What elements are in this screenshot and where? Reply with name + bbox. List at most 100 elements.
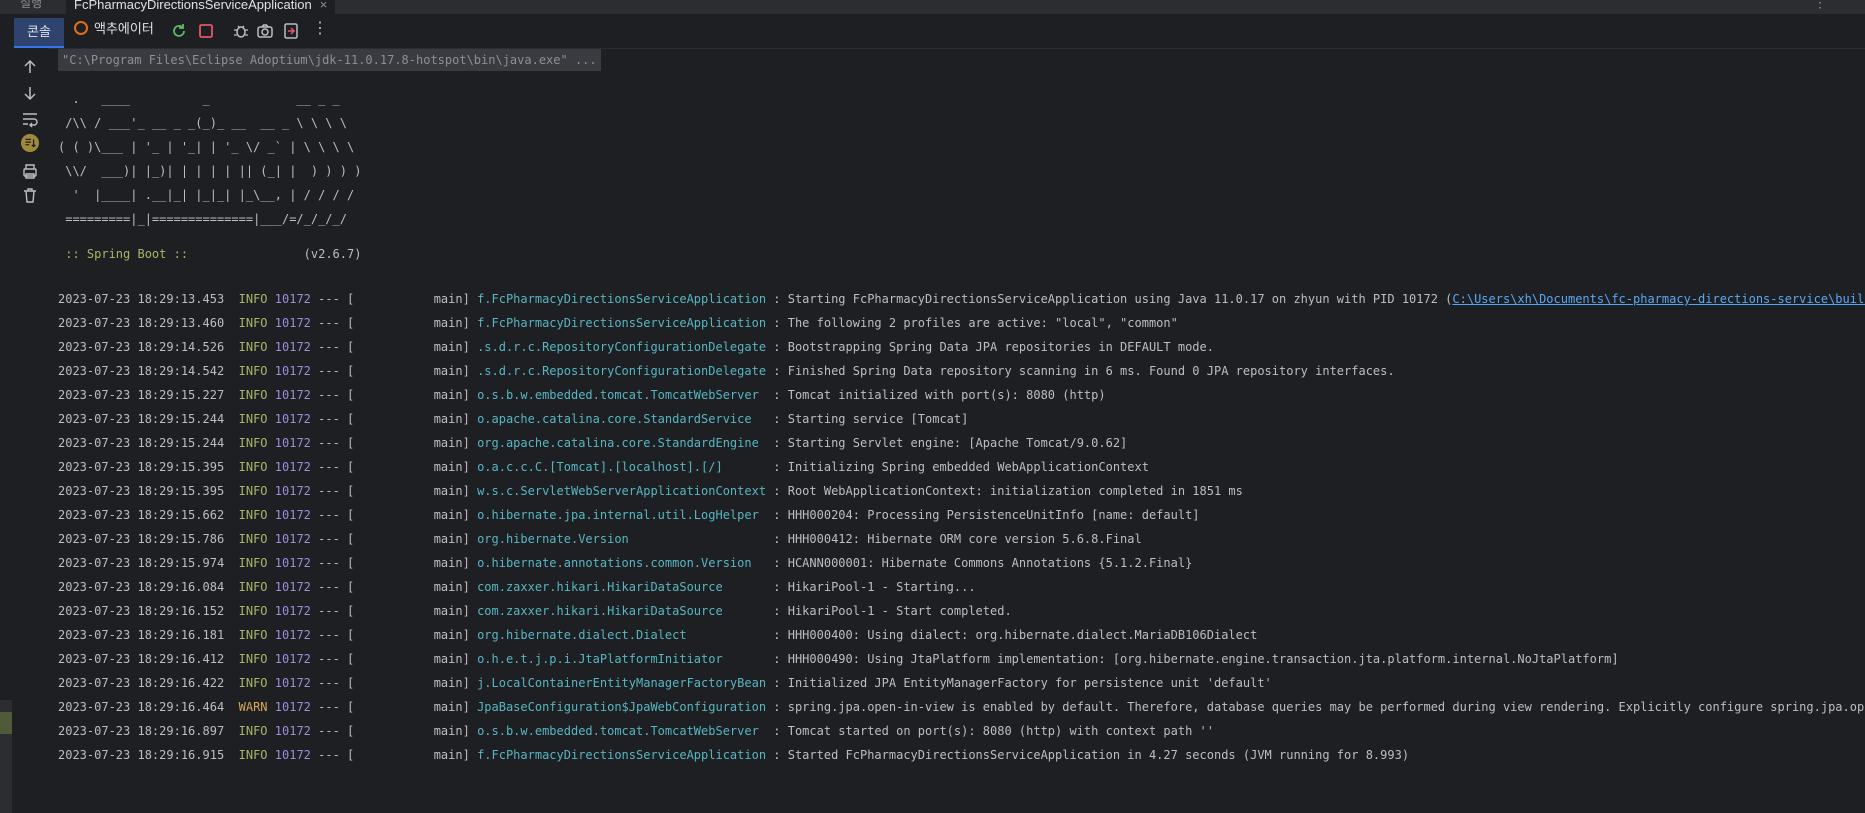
log-thread: --- [ main] — [310, 460, 478, 474]
tab-actuator[interactable]: 액추에이터 — [74, 18, 154, 46]
log-level: INFO — [238, 556, 268, 570]
log-logger: o.a.c.c.C.[Tomcat].[localhost].[/] — [477, 460, 767, 474]
log-pid: 10172 — [274, 316, 311, 330]
log-message: : HikariPool-1 - Starting... — [766, 580, 976, 594]
log-timestamp: 2023-07-23 18:29:16.152 — [58, 604, 225, 618]
banner-line: =========|_|==============|___/=/_/_/_/ — [58, 212, 347, 226]
log-level: INFO — [238, 628, 268, 642]
log-pid: 10172 — [274, 556, 311, 570]
log-message: : Initialized JPA EntityManagerFactory f… — [766, 676, 1272, 690]
log-pid: 10172 — [274, 724, 311, 738]
log-message: : Initializing Spring embedded WebApplic… — [766, 460, 1149, 474]
log-level: INFO — [238, 532, 268, 546]
exit-icon[interactable] — [282, 22, 300, 40]
log-level: INFO — [238, 748, 268, 762]
log-thread: --- [ main] — [310, 556, 478, 570]
log-thread: --- [ main] — [310, 340, 478, 354]
log-classpath-link[interactable]: C:\Users\xh\Documents\fc-pharmacy-direct… — [1452, 292, 1865, 306]
log-message: : spring.jpa.open-in-view is enabled by … — [766, 700, 1865, 714]
log-timestamp: 2023-07-23 18:29:15.786 — [58, 532, 225, 546]
command-line[interactable]: "C:\Program Files\Eclipse Adoptium\jdk-1… — [58, 49, 601, 71]
log-thread: --- [ main] — [310, 652, 478, 666]
log-logger: .s.d.r.c.RepositoryConfigurationDelegate — [477, 340, 767, 354]
more-options-icon[interactable]: ⋮ — [1813, 0, 1827, 11]
log-pid: 10172 — [274, 700, 311, 714]
log-logger: o.h.e.t.j.p.i.JtaPlatformInitiator — [477, 652, 767, 666]
banner-line: ( ( )\___ | '_ | '_| | '_ \/ _` | \ \ \ … — [58, 140, 355, 154]
log-logger: w.s.c.ServletWebServerApplicationContext — [477, 484, 767, 498]
scroll-to-end-icon[interactable] — [20, 134, 40, 152]
close-icon[interactable]: × — [320, 0, 328, 12]
log-level: INFO — [238, 676, 268, 690]
log-timestamp: 2023-07-23 18:29:13.453 — [58, 292, 225, 306]
debug-icon[interactable] — [232, 22, 250, 40]
log-logger: com.zaxxer.hikari.HikariDataSource — [477, 580, 767, 594]
log-timestamp: 2023-07-23 18:29:15.227 — [58, 388, 225, 402]
log-thread: --- [ main] — [310, 292, 478, 306]
console-side-toolbar — [0, 48, 48, 813]
log-pid: 10172 — [274, 652, 311, 666]
log-logger: f.FcPharmacyDirectionsServiceApplication — [477, 316, 767, 330]
log-row: 2023-07-23 18:29:16.422 INFO 10172 --- [… — [58, 671, 1865, 695]
run-tool-window-label[interactable]: 실행 — [20, 0, 42, 11]
log-row: 2023-07-23 18:29:15.786 INFO 10172 --- [… — [58, 527, 1865, 551]
run-toolbar: 콘솔 액추에이터 ⋮ — [0, 14, 1865, 49]
log-logger: o.hibernate.annotations.common.Version — [477, 556, 767, 570]
banner-line: ' |____| .__|_| |_|_| |_\__, | / / / / — [58, 188, 355, 202]
tab-console[interactable]: 콘솔 — [14, 18, 64, 48]
log-thread: --- [ main] — [310, 412, 478, 426]
log-timestamp: 2023-07-23 18:29:15.974 — [58, 556, 225, 570]
arrow-down-icon[interactable] — [20, 84, 40, 102]
log-level: INFO — [238, 340, 268, 354]
log-message: : Starting FcPharmacyDirectionsServiceAp… — [766, 292, 1453, 306]
tab-actuator-label: 액추에이터 — [94, 21, 154, 36]
run-tab-label: FcPharmacyDirectionsServiceApplication — [74, 0, 312, 12]
banner-line: /\\ / ___'_ __ _ _(_)_ __ __ _ \ \ \ \ — [58, 116, 347, 130]
arrow-up-icon[interactable] — [20, 58, 40, 76]
log-thread: --- [ main] — [310, 316, 478, 330]
log-timestamp: 2023-07-23 18:29:13.460 — [58, 316, 225, 330]
log-logger: com.zaxxer.hikari.HikariDataSource — [477, 604, 767, 618]
log-thread: --- [ main] — [310, 724, 478, 738]
log-row: 2023-07-23 18:29:16.464 WARN 10172 --- [… — [58, 695, 1865, 719]
log-pid: 10172 — [274, 460, 311, 474]
log-pid: 10172 — [274, 364, 311, 378]
log-logger: .s.d.r.c.RepositoryConfigurationDelegate — [477, 364, 767, 378]
stop-icon[interactable] — [197, 22, 215, 40]
edge-status-icon[interactable] — [0, 712, 12, 734]
log-row: 2023-07-23 18:29:16.915 INFO 10172 --- [… — [58, 743, 1865, 767]
toolbar-more-icon[interactable]: ⋮ — [312, 18, 328, 38]
log-row: 2023-07-23 18:29:15.395 INFO 10172 --- [… — [58, 455, 1865, 479]
log-thread: --- [ main] — [310, 388, 478, 402]
log-timestamp: 2023-07-23 18:29:15.395 — [58, 460, 225, 474]
trash-icon[interactable] — [20, 186, 40, 204]
log-logger: f.FcPharmacyDirectionsServiceApplication — [477, 292, 767, 306]
rerun-icon[interactable] — [170, 22, 188, 40]
run-tool-window-header: 실행 FcPharmacyDirectionsServiceApplicatio… — [0, 0, 1865, 15]
camera-icon[interactable] — [256, 22, 274, 40]
log-message: : HCANN000001: Hibernate Commons Annotat… — [766, 556, 1193, 570]
log-row: 2023-07-23 18:29:15.244 INFO 10172 --- [… — [58, 407, 1865, 431]
log-timestamp: 2023-07-23 18:29:16.915 — [58, 748, 225, 762]
log-message: : The following 2 profiles are active: "… — [766, 316, 1178, 330]
log-logger: j.LocalContainerEntityManagerFactoryBean — [477, 676, 767, 690]
log-logger: org.hibernate.Version — [477, 532, 767, 546]
log-level: INFO — [238, 652, 268, 666]
print-icon[interactable] — [20, 162, 40, 180]
soft-wrap-icon[interactable] — [20, 110, 40, 128]
log-thread: --- [ main] — [310, 748, 478, 762]
log-row: 2023-07-23 18:29:13.460 INFO 10172 --- [… — [58, 311, 1865, 335]
log-row: 2023-07-23 18:29:15.662 INFO 10172 --- [… — [58, 503, 1865, 527]
spring-boot-version-line: :: Spring Boot :: (v2.6.7) — [58, 242, 361, 266]
log-pid: 10172 — [274, 532, 311, 546]
log-logger: o.s.b.w.embedded.tomcat.TomcatWebServer — [477, 388, 767, 402]
log-timestamp: 2023-07-23 18:29:16.412 — [58, 652, 225, 666]
log-logger: JpaBaseConfiguration$JpaWebConfiguration — [477, 700, 767, 714]
log-thread: --- [ main] — [310, 580, 478, 594]
log-row: 2023-07-23 18:29:15.244 INFO 10172 --- [… — [58, 431, 1865, 455]
log-row: 2023-07-23 18:29:15.974 INFO 10172 --- [… — [58, 551, 1865, 575]
log-logger: o.s.b.w.embedded.tomcat.TomcatWebServer — [477, 724, 767, 738]
tab-run-configuration[interactable]: FcPharmacyDirectionsServiceApplication × — [66, 0, 336, 14]
log-timestamp: 2023-07-23 18:29:15.662 — [58, 508, 225, 522]
log-row: 2023-07-23 18:29:16.152 INFO 10172 --- [… — [58, 599, 1865, 623]
